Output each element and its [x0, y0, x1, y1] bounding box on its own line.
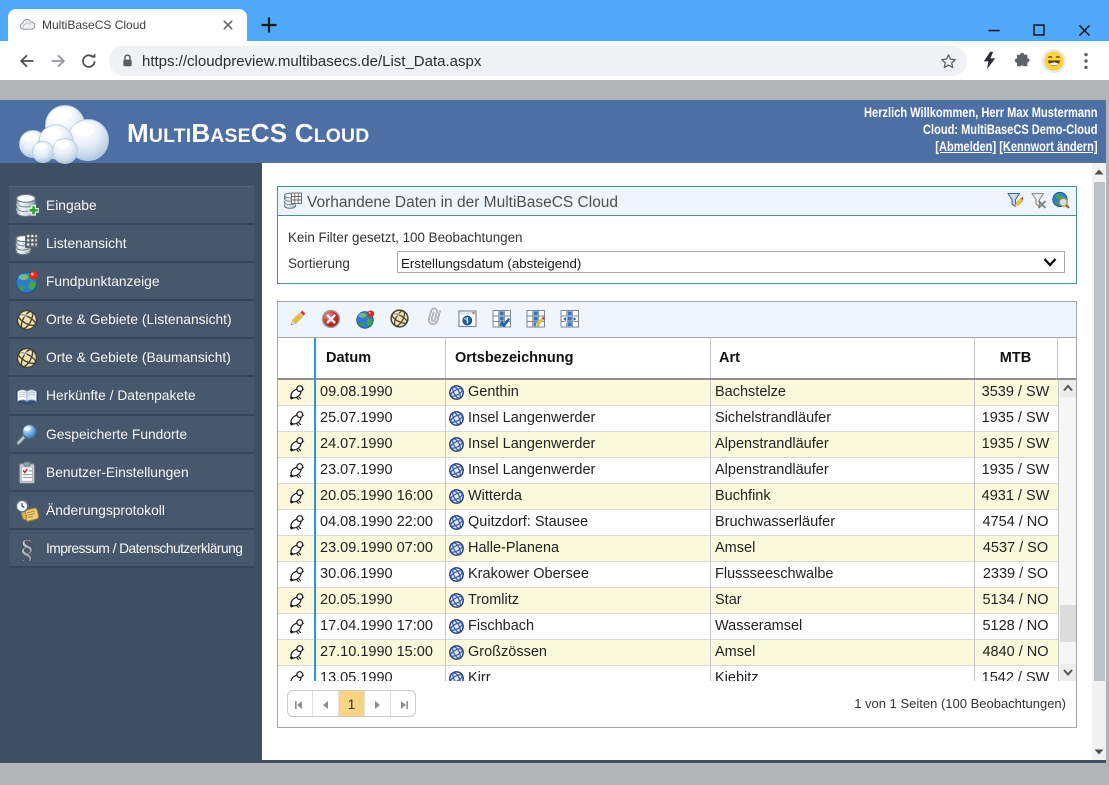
svg-text:§: §: [20, 537, 34, 561]
